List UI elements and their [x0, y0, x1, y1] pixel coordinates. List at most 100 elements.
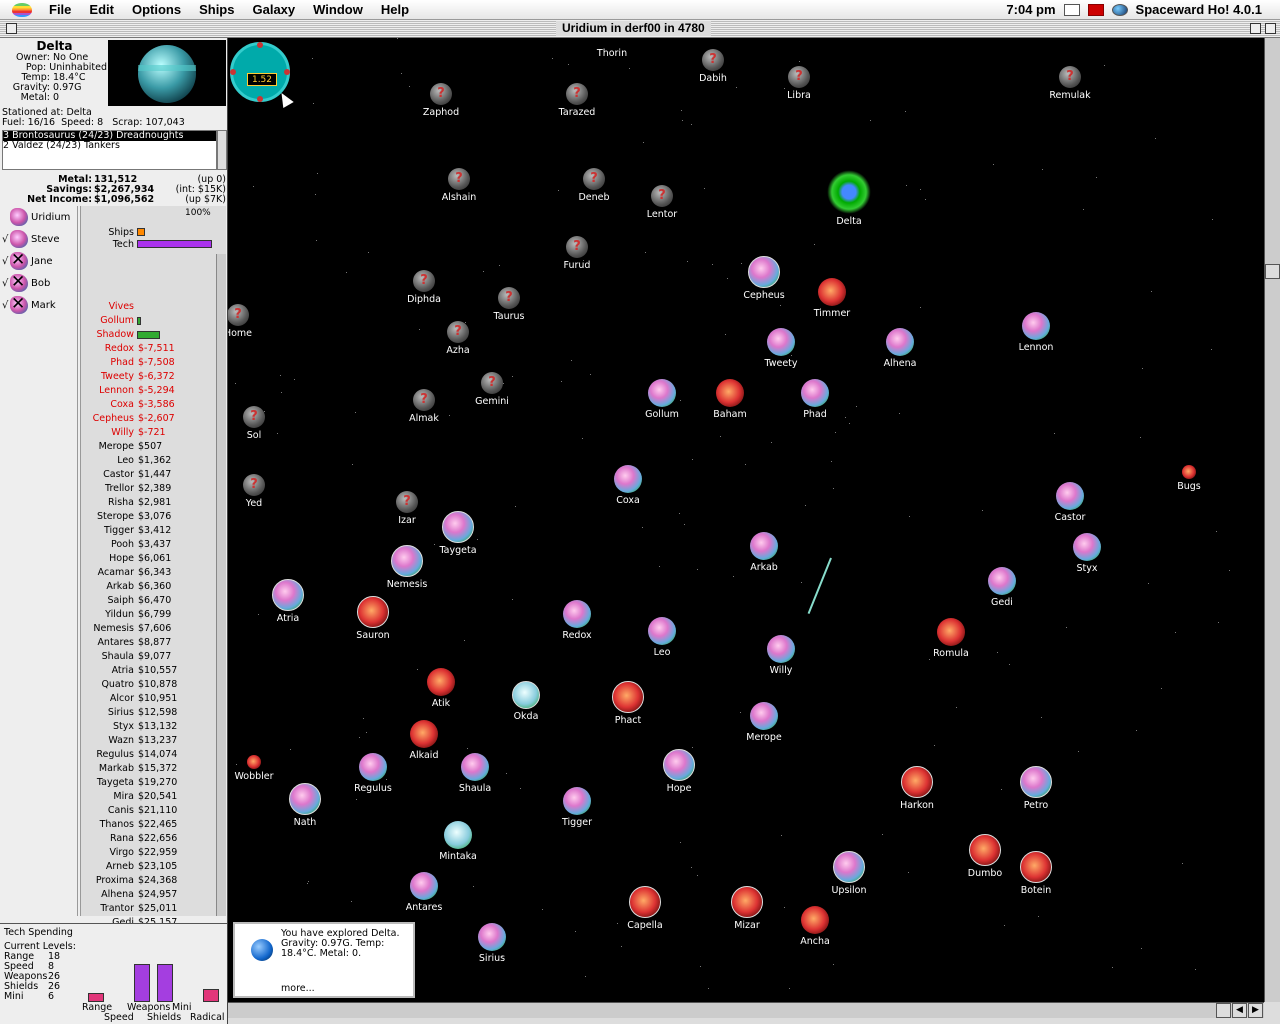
planet-bugs[interactable]: Bugs [1154, 465, 1224, 492]
planet-thorin[interactable]: Thorin [577, 46, 647, 59]
ranking-row[interactable]: Yildun $6,799 [81, 608, 216, 622]
planet-tweety[interactable]: Tweety [746, 328, 816, 369]
planet-deneb[interactable]: Deneb [559, 168, 629, 203]
planet-azha[interactable]: Azha [423, 321, 493, 356]
scroll-thumb[interactable] [1216, 1003, 1231, 1018]
planet-harkon[interactable]: Harkon [882, 766, 952, 811]
ranking-row[interactable]: Tigger $3,412 [81, 524, 216, 538]
ranking-scrollbar[interactable] [216, 254, 226, 916]
planet-tarazed[interactable]: Tarazed [542, 83, 612, 118]
ranking-row[interactable]: Coxa $-3,586 [81, 398, 216, 412]
fleet-item[interactable]: 2 Valdez (24/23) Tankers [3, 141, 216, 151]
fleet-list-scrollbar[interactable] [217, 130, 227, 170]
tech-spending-bar[interactable] [88, 992, 104, 1002]
ranking-row[interactable]: Willy $-721 [81, 426, 216, 440]
planet-gemini[interactable]: Gemini [457, 372, 527, 407]
menu-ships[interactable]: Ships [190, 2, 243, 17]
tech-spending-bar[interactable] [134, 964, 150, 1002]
close-box-icon[interactable] [6, 23, 17, 34]
vertical-scrollbar[interactable] [1264, 38, 1280, 1002]
planet-willy[interactable]: Willy [746, 635, 816, 676]
planet-wobbler[interactable]: Wobbler [228, 755, 289, 782]
planet-lentor[interactable]: Lentor [627, 185, 697, 220]
scroll-thumb[interactable] [1265, 264, 1280, 279]
ranking-row[interactable]: Quatro $10,878 [81, 678, 216, 692]
planet-delta[interactable]: Delta [814, 170, 884, 227]
app-name[interactable]: Spaceward Ho! 4.0.1 [1136, 2, 1262, 17]
menu-file[interactable]: File [40, 2, 80, 17]
ranking-row[interactable]: Leo $1,362 [81, 454, 216, 468]
apple-menu-icon[interactable] [12, 2, 32, 17]
ranking-row[interactable]: Atria $10,557 [81, 664, 216, 678]
scroll-right-button[interactable]: ▶ [1248, 1003, 1263, 1018]
planet-atik[interactable]: Atik [406, 668, 476, 709]
planet-sirius[interactable]: Sirius [457, 923, 527, 964]
planet-regulus[interactable]: Regulus [338, 753, 408, 794]
ranking-row[interactable]: Styx $13,132 [81, 720, 216, 734]
planet-petro[interactable]: Petro [1001, 766, 1071, 811]
planet-capella[interactable]: Capella [610, 886, 680, 931]
ranking-row[interactable]: Rana $22,656 [81, 832, 216, 846]
message-box[interactable]: You have explored Delta. Gravity: 0.97G.… [233, 922, 415, 998]
window-title-bar[interactable]: Uridium in derf00 in 4780 [0, 20, 1280, 38]
planet-nemesis[interactable]: Nemesis [372, 545, 442, 590]
planet-leo[interactable]: Leo [627, 617, 697, 658]
planet-sol[interactable]: Sol [228, 406, 289, 441]
ranking-row[interactable]: Merope $507 [81, 440, 216, 454]
planet-okda[interactable]: Okda [491, 681, 561, 722]
ranking-row[interactable]: Risha $2,981 [81, 496, 216, 510]
collapse-box-icon[interactable] [1265, 23, 1276, 34]
player-item[interactable]: √ Steve [0, 228, 77, 250]
planet-almak[interactable]: Almak [389, 389, 459, 424]
ranking-row[interactable]: Markab $15,372 [81, 762, 216, 776]
ranking-row[interactable]: Mira $20,541 [81, 790, 216, 804]
planet-gollum[interactable]: Gollum [627, 379, 697, 420]
menu-help[interactable]: Help [372, 2, 418, 17]
ranking-row[interactable]: Saiph $6,470 [81, 594, 216, 608]
planet-zaphod[interactable]: Zaphod [406, 83, 476, 118]
ranking-row[interactable]: Regulus $14,074 [81, 748, 216, 762]
planet-mintaka[interactable]: Mintaka [423, 821, 493, 862]
ranking-row[interactable]: Pooh $3,437 [81, 538, 216, 552]
planet-merope[interactable]: Merope [729, 702, 799, 743]
planet-baham[interactable]: Baham [695, 379, 765, 420]
planet-romula[interactable]: Romula [916, 618, 986, 659]
ati-icon[interactable] [1087, 3, 1104, 16]
planet-shaula[interactable]: Shaula [440, 753, 510, 794]
player-item[interactable]: √ Bob [0, 272, 77, 294]
clock[interactable]: 7:04 pm [1006, 2, 1055, 17]
planet-lennon[interactable]: Lennon [1001, 312, 1071, 353]
menu-options[interactable]: Options [123, 2, 190, 17]
planet-phad[interactable]: Phad [780, 379, 850, 420]
planet-castor[interactable]: Castor [1035, 482, 1105, 523]
planet-botein[interactable]: Botein [1001, 851, 1071, 896]
ranking-row[interactable]: Castor $1,447 [81, 468, 216, 482]
ranking-row[interactable]: Sirius $12,598 [81, 706, 216, 720]
planet-styx[interactable]: Styx [1052, 533, 1122, 574]
planet-cepheus[interactable]: Cepheus [729, 256, 799, 301]
printer-icon[interactable] [1063, 3, 1080, 16]
ranking-row[interactable]: Canis $21,110 [81, 804, 216, 818]
ranking-row[interactable]: Arkab $6,360 [81, 580, 216, 594]
planet-arkab[interactable]: Arkab [729, 532, 799, 573]
ranking-row[interactable]: Proxima $24,368 [81, 874, 216, 888]
planet-upsilon[interactable]: Upsilon [814, 851, 884, 896]
planet-sauron[interactable]: Sauron [338, 596, 408, 641]
planet-nath[interactable]: Nath [270, 783, 340, 828]
planet-ancha[interactable]: Ancha [780, 906, 850, 947]
ranking-row[interactable]: Shaula $9,077 [81, 650, 216, 664]
planet-alshain[interactable]: Alshain [424, 168, 494, 203]
scroll-left-button[interactable]: ◀ [1232, 1003, 1247, 1018]
planet-hope[interactable]: Hope [644, 749, 714, 794]
ranking-row[interactable]: Gollum [81, 314, 216, 328]
menu-edit[interactable]: Edit [80, 2, 123, 17]
ranking-row[interactable]: Sterope $3,076 [81, 510, 216, 524]
planet-libra[interactable]: Libra [764, 66, 834, 101]
player-item[interactable]: √ Jane [0, 250, 77, 272]
ranking-row[interactable]: Taygeta $19,270 [81, 776, 216, 790]
more-link[interactable]: more... [281, 984, 315, 994]
ranking-row[interactable]: Alhena $24,957 [81, 888, 216, 902]
menu-window[interactable]: Window [304, 2, 372, 17]
planet-alhena[interactable]: Alhena [865, 328, 935, 369]
ranking-row[interactable]: Wazn $13,237 [81, 734, 216, 748]
